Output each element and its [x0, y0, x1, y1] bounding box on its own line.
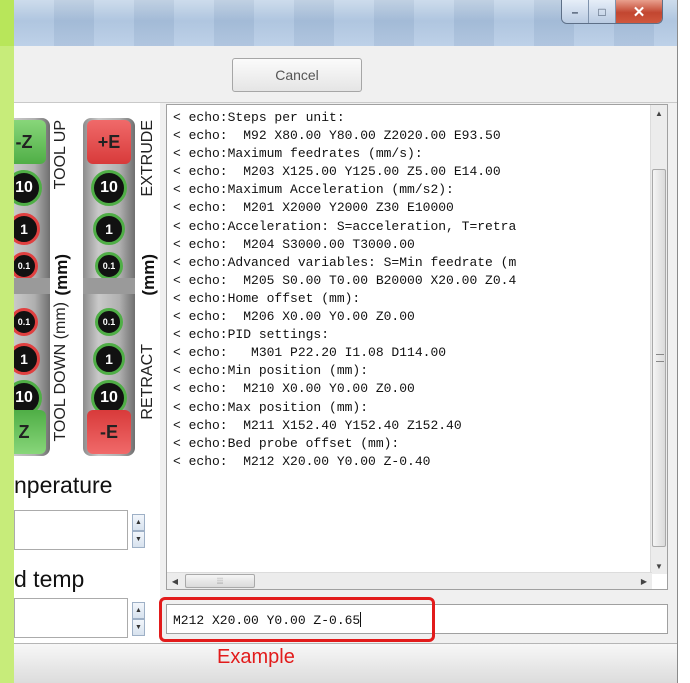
console-line: < echo:Bed probe offset (mm): [173, 435, 400, 451]
scroll-left-icon[interactable]: ◀ [167, 573, 183, 589]
tool-up-label: TOOL UP [52, 120, 69, 190]
console-line: < echo: M204 S3000.00 T3000.00 [173, 236, 415, 252]
extruder-temperature-spinner[interactable]: ▲ ▼ [132, 514, 145, 548]
horizontal-scrollbar[interactable]: ◀ ⦙⦙⦙ ▶ [167, 572, 652, 589]
console-text: < echo:Steps per unit: < echo: M92 X80.00… [173, 109, 647, 569]
extrude-step-0-1[interactable]: 0.1 [95, 252, 123, 280]
z-up-arrow-button[interactable]: -Z [14, 120, 46, 164]
console-log[interactable]: < echo:Steps per unit: < echo: M92 X80.00… [166, 104, 668, 590]
mm-label-right: (mm) [139, 254, 158, 296]
console-line: < echo:Maximum feedrates (mm/s): [173, 146, 423, 162]
console-line: < echo:PID settings: [173, 327, 330, 343]
extruder-jog-column: +E 10 1 0.1 0.1 1 10 -E [83, 118, 135, 456]
retract-arrow-button[interactable]: -E [87, 410, 131, 454]
retract-label: RETRACT [139, 344, 156, 420]
extrude-label: EXTRUDE [139, 120, 156, 197]
console-line: < echo: M206 X0.00 Y0.00 Z0.00 [173, 309, 415, 325]
maximize-icon[interactable]: □ [589, 0, 616, 23]
console-line: < echo:Maximum Acceleration (mm/s2): [173, 182, 454, 198]
green-edge-decoration [0, 0, 14, 683]
cancel-button[interactable]: Cancel [232, 58, 362, 92]
grip-icon [656, 354, 664, 362]
scroll-up-icon[interactable]: ▲ [651, 105, 667, 121]
example-annotation-label: Example [217, 646, 295, 668]
z-up-step-1[interactable]: 1 [14, 213, 40, 245]
console-line: < echo: M211 X152.40 Y152.40 Z152.40 [173, 417, 462, 433]
tool-down-label: TOOL DOWN (mm) [52, 302, 69, 442]
z-down-arrow-button[interactable]: Z [14, 410, 46, 454]
z-center-bar [14, 278, 50, 294]
horizontal-scroll-thumb[interactable]: ⦙⦙⦙ [185, 574, 255, 588]
console-line: < echo:Max position (mm): [173, 399, 369, 415]
z-up-step-10[interactable]: 10 [14, 170, 42, 206]
minimize-icon[interactable]: – [562, 0, 589, 23]
bed-temperature-label: d temp [14, 566, 85, 592]
console-line: < echo: M92 X80.00 Y80.00 Z2020.00 E93.5… [173, 128, 501, 144]
spin-up-icon[interactable]: ▲ [132, 514, 145, 531]
z-up-step-0-1[interactable]: 0.1 [14, 252, 38, 280]
spin-up-icon[interactable]: ▲ [132, 602, 145, 619]
extruder-temperature-input[interactable] [14, 510, 128, 550]
spin-down-icon[interactable]: ▼ [132, 531, 145, 548]
spin-down-icon[interactable]: ▼ [132, 619, 145, 636]
z-down-step-1[interactable]: 1 [14, 343, 40, 375]
status-bar [14, 643, 677, 683]
extruder-temperature-label: nperature [14, 472, 113, 498]
console-line: < echo:Acceleration: S=acceleration, T=r… [173, 218, 517, 234]
console-line: < echo: M301 P22.20 I1.08 D114.00 [173, 345, 447, 361]
vertical-scrollbar[interactable]: ▲ ▼ [650, 105, 667, 574]
extrude-step-10[interactable]: 10 [91, 170, 127, 206]
vertical-scroll-thumb[interactable] [652, 169, 666, 547]
extrude-step-1[interactable]: 1 [93, 213, 125, 245]
mm-label-left: (mm) [52, 254, 71, 296]
console-line: < echo: M212 X20.00 Y0.00 Z-0.40 [173, 453, 431, 469]
retract-step-0-1[interactable]: 0.1 [95, 308, 123, 336]
scroll-down-icon[interactable]: ▼ [651, 558, 667, 574]
console-line: < echo:Advanced variables: S=Min feedrat… [173, 254, 517, 270]
scroll-right-icon[interactable]: ▶ [636, 573, 652, 589]
window-controls: – □ ✕ [561, 0, 663, 24]
console-line: < echo: M210 X0.00 Y0.00 Z0.00 [173, 381, 415, 397]
example-highlight-box [159, 597, 435, 642]
bed-temperature-spinner[interactable]: ▲ ▼ [132, 602, 145, 636]
app-window: – □ ✕ Cancel -Z 10 1 0.1 0.1 1 10 Z TOOL… [14, 0, 678, 683]
console-line: < echo:Home offset (mm): [173, 290, 361, 306]
z-jog-column: -Z 10 1 0.1 0.1 1 10 Z [14, 118, 50, 456]
extruder-center-bar [83, 278, 135, 294]
console-line: < echo: M201 X2000 Y2000 Z30 E10000 [173, 200, 454, 216]
extrude-arrow-button[interactable]: +E [87, 120, 131, 164]
console-line: < echo:Steps per unit: [173, 110, 345, 125]
retract-step-1[interactable]: 1 [93, 343, 125, 375]
close-icon[interactable]: ✕ [616, 0, 662, 23]
bed-temperature-input[interactable] [14, 598, 128, 638]
z-down-step-0-1[interactable]: 0.1 [14, 308, 38, 336]
console-line: < echo: M203 X125.00 Y125.00 Z5.00 E14.0… [173, 164, 501, 180]
console-line: < echo:Min position (mm): [173, 363, 369, 379]
console-line: < echo: M205 S0.00 T0.00 B20000 X20.00 Z… [173, 272, 517, 288]
